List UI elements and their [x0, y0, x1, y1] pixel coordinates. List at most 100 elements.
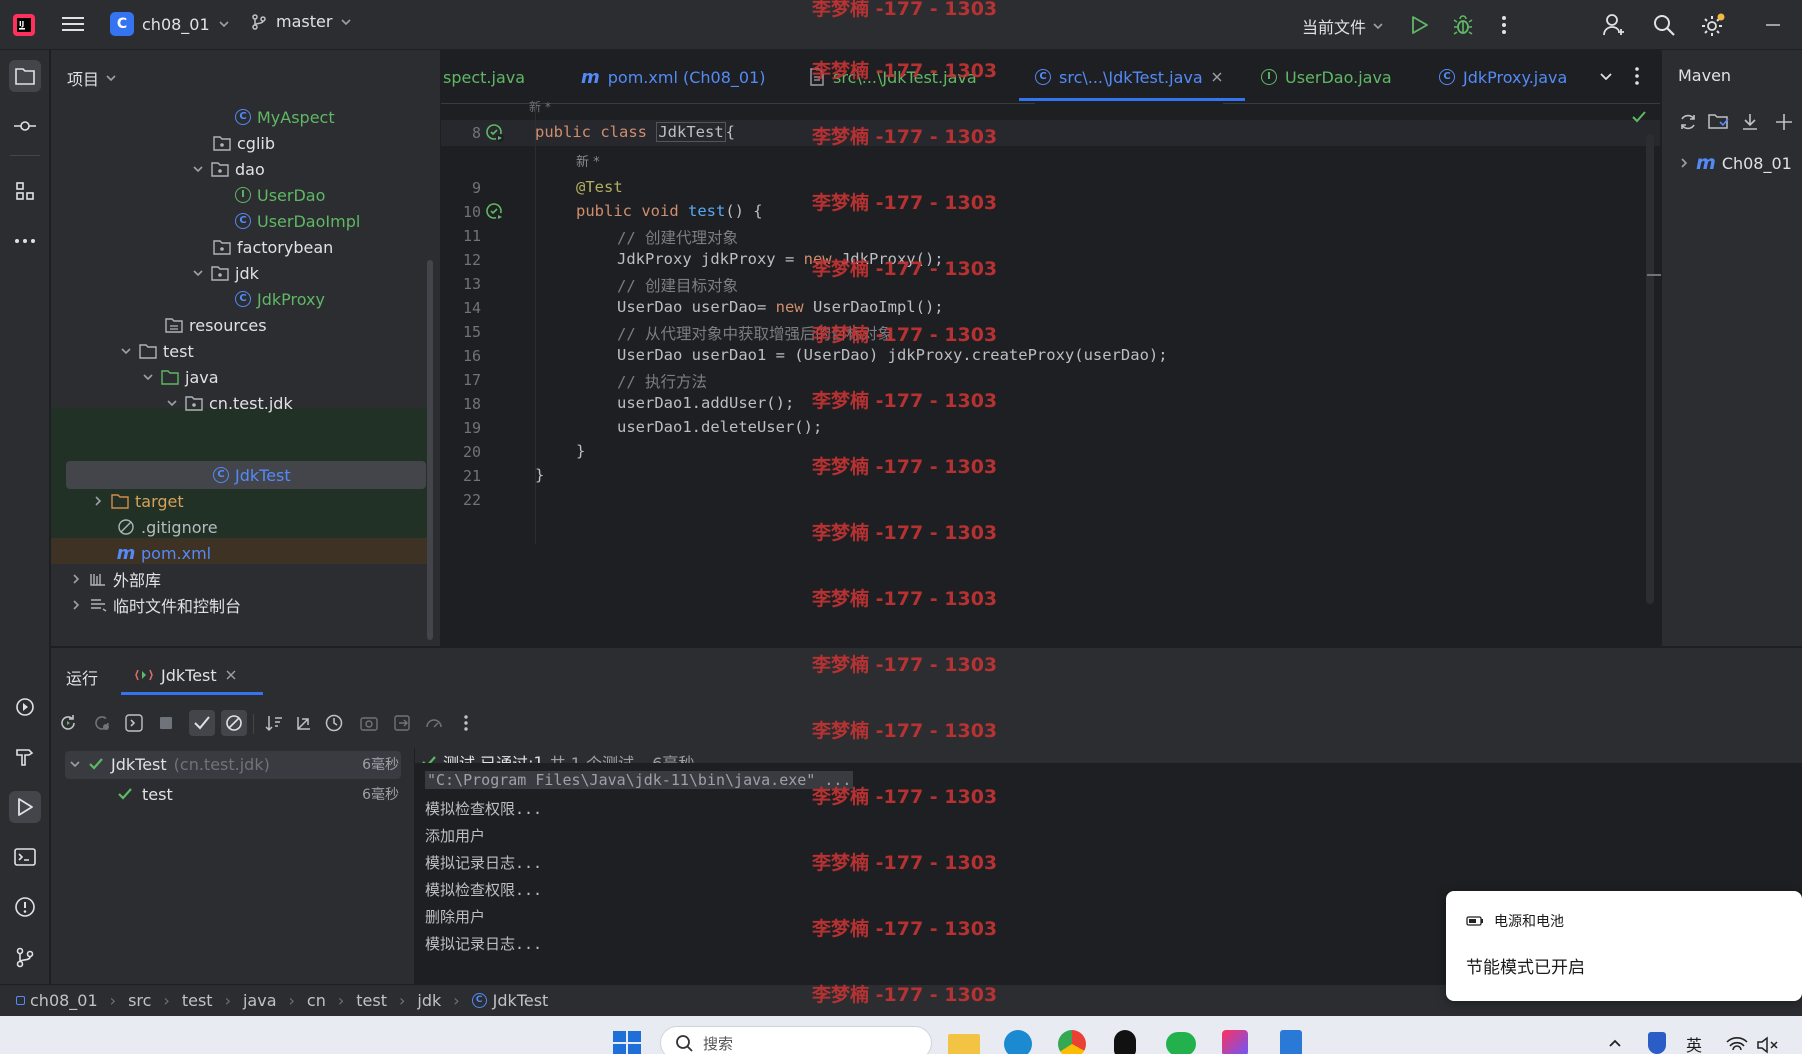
collapse-icon[interactable]: [291, 710, 317, 736]
code-line-14: UserDao userDao= new UserDaoImpl();: [617, 298, 944, 316]
settings-gear-icon[interactable]: [1700, 12, 1726, 38]
breadcrumb-item[interactable]: java: [243, 991, 277, 1010]
intellij-logo-icon[interactable]: IJ: [12, 13, 36, 37]
show-ignored-icon[interactable]: [221, 710, 247, 736]
chevron-down-icon: [1373, 23, 1383, 30]
toggle-auto-test-icon[interactable]: [121, 710, 147, 736]
qq-icon[interactable]: [1114, 1030, 1136, 1054]
close-icon[interactable]: [1211, 71, 1223, 83]
history-clock-icon[interactable]: [321, 710, 347, 736]
problems-tool-icon[interactable]: [9, 891, 41, 923]
show-passed-icon[interactable]: [189, 710, 215, 736]
run-icon[interactable]: [1408, 14, 1430, 36]
rerun-icon[interactable]: [55, 710, 81, 736]
tray-overflow-chevron-icon[interactable]: [1608, 1038, 1622, 1048]
windows-start-icon[interactable]: [612, 1030, 642, 1054]
wifi-icon[interactable]: [1726, 1036, 1748, 1054]
more-actions-icon[interactable]: [1494, 13, 1514, 37]
editor-scrollbar[interactable]: [1646, 134, 1654, 604]
main-menu-icon[interactable]: [62, 14, 84, 34]
tab-pom-xml[interactable]: m pom.xml (Ch08_01): [581, 50, 765, 104]
generate-sources-icon[interactable]: [1708, 112, 1730, 132]
tab-run[interactable]: 运行: [66, 665, 98, 689]
tab-jdkproxy-java[interactable]: C JdkProxy.java: [1439, 50, 1567, 104]
coverage-icon[interactable]: [421, 710, 447, 736]
run-tool-icon[interactable]: [9, 791, 41, 823]
close-icon[interactable]: [225, 669, 237, 681]
test-row-test[interactable]: test 6毫秒: [117, 784, 399, 804]
run-config-selector[interactable]: 当前文件: [1302, 14, 1384, 38]
breadcrumb-item[interactable]: jdk: [417, 991, 441, 1010]
add-icon[interactable]: [1774, 112, 1794, 132]
project-switcher[interactable]: C ch08_01: [110, 12, 230, 36]
battery-icon: [1466, 916, 1483, 926]
project-tool-icon[interactable]: [9, 60, 41, 92]
add-user-icon[interactable]: [1602, 12, 1626, 38]
security-shield-icon[interactable]: [1648, 1032, 1666, 1054]
commit-tool-icon[interactable]: [9, 110, 41, 142]
line-number: 19: [462, 419, 481, 437]
run-test-gutter-icon[interactable]: [485, 123, 505, 143]
code-editor[interactable]: 新 * 8 public class JdkTest{ 新 * 9 @Test …: [441, 100, 1661, 646]
excluded-folder-highlight: [51, 538, 433, 564]
scratch-icon: [89, 596, 107, 614]
file-explorer-icon[interactable]: [948, 1034, 980, 1054]
ime-indicator[interactable]: 英: [1686, 1032, 1702, 1054]
rerun-failed-icon[interactable]: [89, 710, 115, 736]
tab-userdao-java[interactable]: I UserDao.java: [1261, 50, 1392, 104]
breadcrumb-item[interactable]: ch08_01: [30, 991, 98, 1010]
reload-icon[interactable]: [1678, 112, 1698, 132]
project-scrollbar[interactable]: [427, 260, 433, 640]
tab-run-config-jdktest[interactable]: JdkTest: [135, 660, 237, 690]
tab-jdktest-preview[interactable]: src\...\JdkTest.java: [809, 50, 977, 104]
inlay-hint-author: 新 *: [529, 100, 551, 114]
intellij-taskbar-icon[interactable]: [1222, 1030, 1248, 1054]
export-icon[interactable]: [389, 710, 415, 736]
breadcrumb-item[interactable]: JdkTest: [493, 991, 549, 1010]
run-test-gutter-icon[interactable]: [485, 202, 505, 222]
chrome-browser-icon[interactable]: [1058, 1030, 1086, 1054]
passed-check-icon: [118, 788, 132, 800]
build-hammer-icon[interactable]: [9, 741, 41, 773]
breadcrumb-item[interactable]: cn: [307, 991, 326, 1010]
debug-icon[interactable]: [1451, 13, 1475, 37]
edge-browser-icon[interactable]: [1004, 1030, 1032, 1054]
more-options-icon[interactable]: [453, 710, 479, 736]
taskbar-search-box[interactable]: 搜索: [660, 1026, 932, 1054]
tree-item-scratches[interactable]: 临时文件和控制台: [69, 590, 241, 620]
volume-mute-icon[interactable]: [1756, 1036, 1780, 1054]
git-tool-icon[interactable]: [9, 941, 41, 973]
more-tools-icon[interactable]: [9, 225, 41, 257]
tree-item-cn-test-jdk[interactable]: cn.test.jdk: [165, 388, 293, 418]
services-tool-icon[interactable]: [9, 691, 41, 723]
structure-tool-icon[interactable]: [9, 175, 41, 207]
no-problems-check-icon[interactable]: [1631, 110, 1647, 124]
tab-more-icon[interactable]: [1631, 66, 1643, 86]
tree-item-jdktest[interactable]: C JdkTest: [213, 460, 291, 490]
breadcrumb-item[interactable]: src: [128, 991, 151, 1010]
download-icon[interactable]: [1740, 112, 1760, 132]
branch-switcher[interactable]: master: [250, 12, 352, 31]
maven-project-ch08-01[interactable]: m Ch08_01: [1678, 152, 1792, 174]
chevron-right-icon: [73, 574, 80, 584]
tab-aspect-java[interactable]: spect.java: [443, 50, 525, 104]
tab-jdktest-active[interactable]: C src\...\JdkTest.java: [1035, 50, 1223, 104]
terminal-tool-icon[interactable]: [9, 841, 41, 873]
search-icon[interactable]: [1652, 13, 1676, 37]
sort-icon[interactable]: [261, 710, 287, 736]
chevron-down-icon: [219, 21, 229, 28]
battery-saver-notification[interactable]: 电源和电池 节能模式已开启: [1446, 891, 1802, 1001]
breadcrumb-item[interactable]: test: [356, 991, 387, 1010]
screenshot-camera-icon[interactable]: [356, 710, 382, 736]
stop-icon[interactable]: [153, 710, 179, 736]
active-tab-indicator: [121, 692, 263, 695]
resources-folder-icon: [165, 316, 183, 334]
tab-list-chevron-icon[interactable]: [1599, 70, 1613, 84]
minimize-icon[interactable]: [1766, 24, 1780, 26]
test-row-jdktest[interactable]: JdkTest (cn.test.jdk) 6毫秒: [69, 754, 399, 774]
project-panel-header[interactable]: 项目: [67, 66, 117, 90]
breadcrumb-item[interactable]: test: [182, 991, 213, 1010]
wechat-icon[interactable]: [1166, 1032, 1196, 1054]
notepad-icon[interactable]: [1280, 1030, 1302, 1054]
line-number: 10: [462, 203, 481, 221]
